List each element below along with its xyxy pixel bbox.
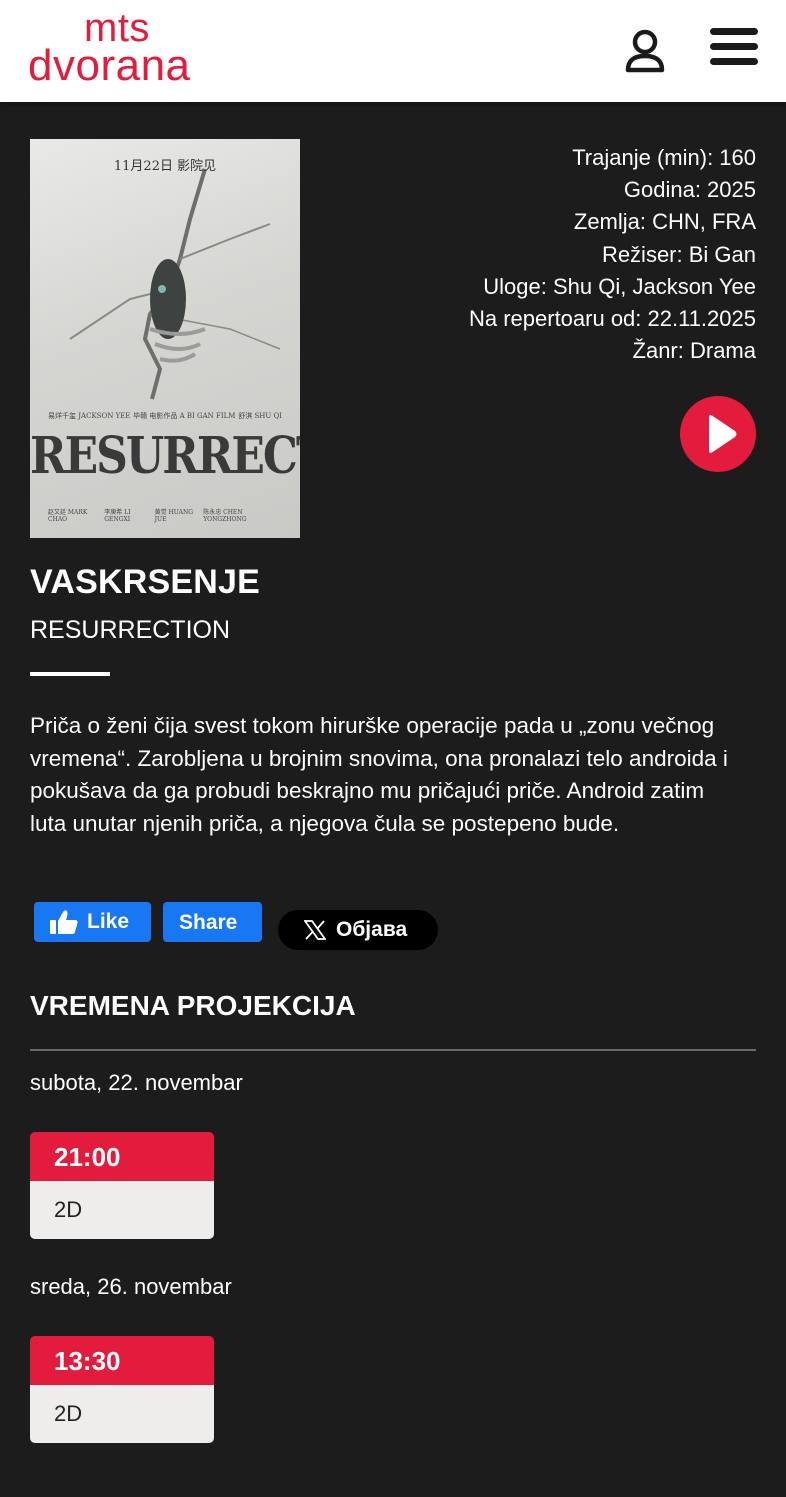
showtime-time: 21:00 xyxy=(30,1132,214,1181)
play-icon xyxy=(709,415,737,453)
showtime-format: 2D xyxy=(30,1385,214,1443)
showtime-format: 2D xyxy=(30,1181,214,1239)
movie-original-title: RESURRECTION xyxy=(30,616,231,644)
info-genre: Žanr: Drama xyxy=(632,338,756,364)
site-header: mts dvorana xyxy=(0,0,786,102)
showtimes-divider xyxy=(30,1049,756,1051)
poster-credit-center: 毕赣 电影作品 A BI GAN FILM xyxy=(133,412,236,420)
info-country: Zemlja: CHN, FRA xyxy=(573,209,756,235)
poster-credit-left: 易烊千玺 JACKSON YEE xyxy=(48,412,131,420)
mts-dvorana-logo[interactable]: mts dvorana xyxy=(28,8,191,90)
hamburger-menu-icon[interactable] xyxy=(710,28,758,70)
info-cast: Uloge: Shu Qi, Jackson Yee xyxy=(483,273,756,299)
showtime-slot[interactable]: 13:30 2D xyxy=(30,1336,214,1443)
x-post-button[interactable]: Објава xyxy=(278,910,438,950)
info-year: Godina: 2025 xyxy=(623,177,756,203)
poster-bottom-right: 陈永忠 CHEN YONGZHONG xyxy=(203,509,247,523)
poster-credits: 易烊千玺 JACKSON YEE 毕赣 电影作品 A BI GAN FILM 舒… xyxy=(48,411,282,421)
play-trailer-button[interactable] xyxy=(680,396,756,472)
movie-poster: 11月22日 影院见 易烊千玺 JACKSON YEE 毕赣 电影作品 A BI… xyxy=(30,139,300,538)
movie-title: VASKRSENJE xyxy=(30,563,260,601)
info-duration: Trajanje (min): 160 xyxy=(572,145,756,170)
logo-line-2: dvorana xyxy=(28,41,191,90)
poster-bottom-center-b: 黄觉 HUANG JUE xyxy=(154,509,193,523)
showtime-time: 13:30 xyxy=(30,1336,214,1385)
poster-bottom-center-a: 李庚希 LI GENGXI xyxy=(104,509,131,523)
poster-bottom-left: 赵又廷 MARK CHAO xyxy=(48,509,88,523)
poster-bottom-credits: 赵又廷 MARK CHAO 李庚希 LI GENGXI 黄觉 HUANG JUE… xyxy=(48,507,282,523)
x-logo-icon xyxy=(304,920,326,940)
user-icon[interactable] xyxy=(620,28,670,78)
thumbs-up-icon xyxy=(50,910,78,934)
movie-info: Trajanje (min): 160 Godina: 2025 Zemlja:… xyxy=(469,142,756,367)
showtime-day: subota, 22. novembar xyxy=(30,1070,243,1095)
movie-description: Priča o ženi čija svest tokom hirurške o… xyxy=(30,713,728,836)
poster-title-text: RESURRECTION xyxy=(30,427,300,486)
showtime-day: sreda, 26. novembar xyxy=(30,1274,232,1299)
title-divider xyxy=(30,672,110,676)
info-director: Režiser: Bi Gan xyxy=(601,241,756,267)
showtimes-section-title: VREMENA PROJEKCIJA xyxy=(30,990,356,1021)
poster-credit-right: 舒淇 SHU QI xyxy=(238,412,282,420)
post-label: Објава xyxy=(336,918,408,941)
facebook-like-button[interactable]: Like xyxy=(34,902,151,942)
showtime-slot[interactable]: 21:00 2D xyxy=(30,1132,214,1239)
poster-date-text: 11月22日 影院见 xyxy=(113,159,217,174)
info-repertoire: Na repertoaru od: 22.11.2025 xyxy=(468,306,756,332)
facebook-share-button[interactable]: Share xyxy=(163,902,262,942)
share-label: Share xyxy=(179,911,238,934)
like-label: Like xyxy=(87,910,130,933)
